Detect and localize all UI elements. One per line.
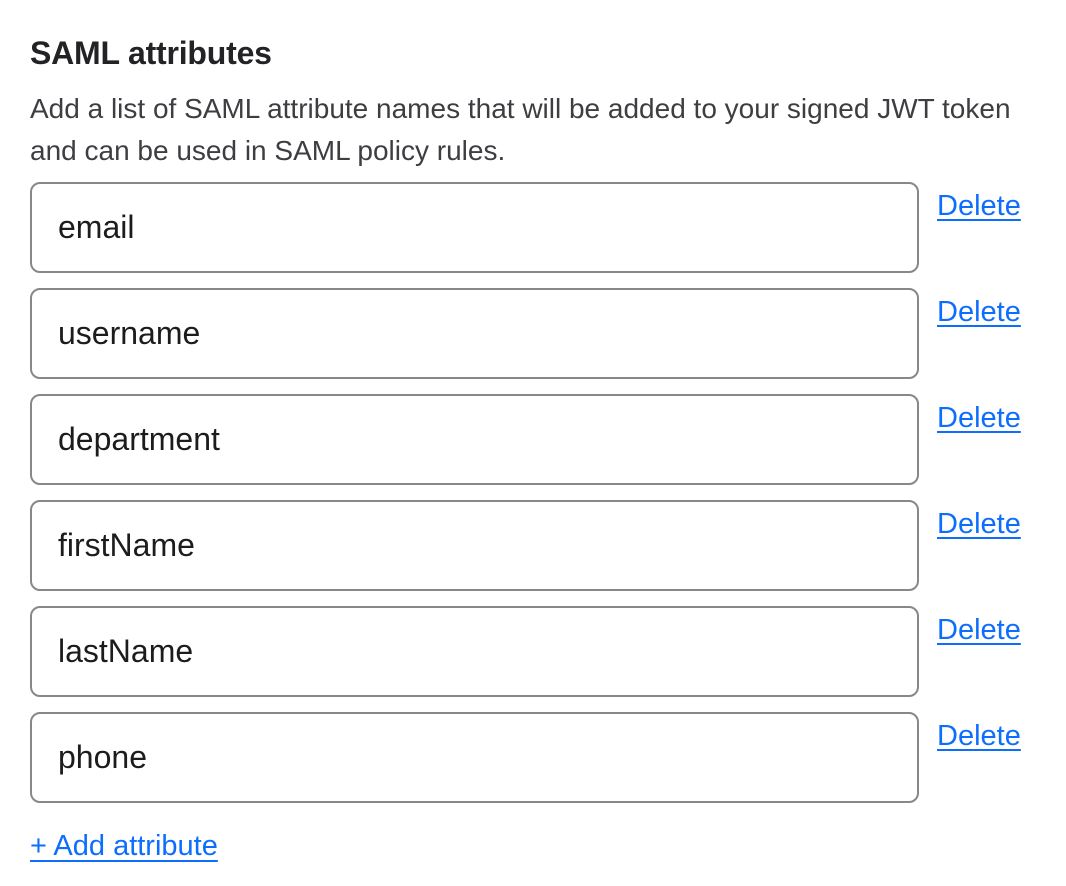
delete-attribute-link[interactable]: Delete <box>937 614 1021 646</box>
attribute-row: Delete <box>30 500 1036 591</box>
delete-attribute-link[interactable]: Delete <box>937 508 1021 540</box>
delete-attribute-link[interactable]: Delete <box>937 402 1021 434</box>
attribute-input-phone[interactable] <box>30 712 919 803</box>
section-description-line-2: and can be used in SAML policy rules. <box>30 135 505 166</box>
section-title: SAML attributes <box>30 34 1036 72</box>
attribute-input-username[interactable] <box>30 288 919 379</box>
attribute-row: Delete <box>30 712 1036 803</box>
attribute-input-firstname[interactable] <box>30 500 919 591</box>
delete-attribute-link[interactable]: Delete <box>937 190 1021 222</box>
saml-attributes-section: SAML attributes Add a list of SAML attri… <box>0 0 1066 863</box>
section-description-line-1: Add a list of SAML attribute names that … <box>30 93 1011 124</box>
attribute-row: Delete <box>30 606 1036 697</box>
add-attribute-link[interactable]: + Add attribute <box>30 830 218 863</box>
attribute-row: Delete <box>30 182 1036 273</box>
delete-attribute-link[interactable]: Delete <box>937 296 1021 328</box>
attribute-row: Delete <box>30 288 1036 379</box>
add-attribute-label: Add attribute <box>53 830 217 862</box>
attribute-row: Delete <box>30 394 1036 485</box>
plus-icon: + <box>30 830 47 862</box>
attribute-input-lastname[interactable] <box>30 606 919 697</box>
section-description: Add a list of SAML attribute names that … <box>30 88 1036 172</box>
attribute-input-email[interactable] <box>30 182 919 273</box>
delete-attribute-link[interactable]: Delete <box>937 720 1021 752</box>
attribute-input-department[interactable] <box>30 394 919 485</box>
